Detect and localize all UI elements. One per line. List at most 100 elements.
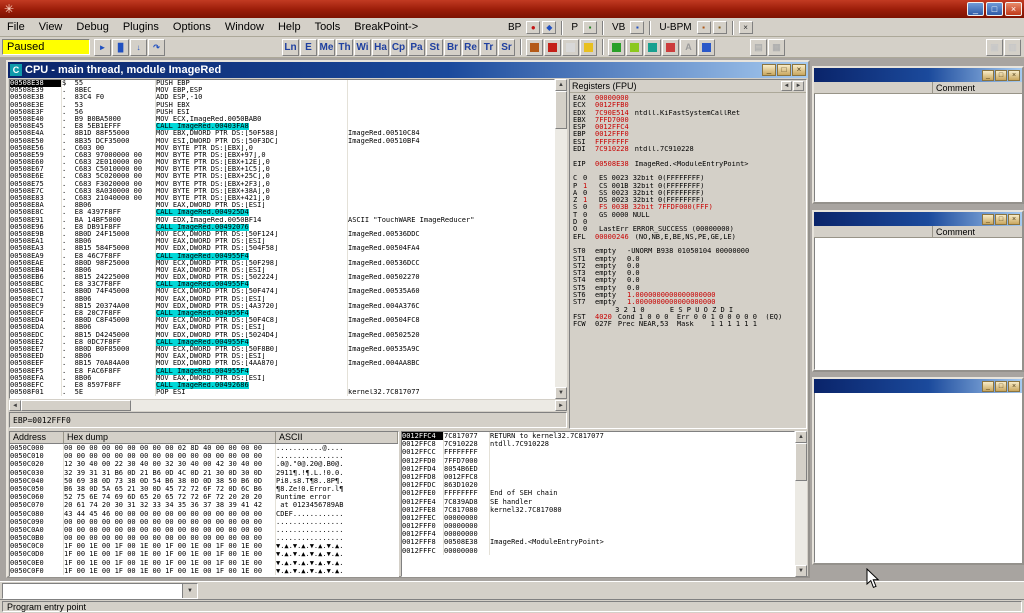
register-line[interactable]: ESIFFFFFFFF	[573, 139, 803, 146]
stack-row[interactable]: 0012FFE47C839AD8SE handler	[402, 498, 794, 506]
disasm-row[interactable]: 00508EDC. 8B15 D4245000MOV EDX,DWORD PTR…	[10, 332, 554, 339]
pause-button[interactable]: ▐▌	[112, 39, 129, 56]
disasm-row[interactable]: 00508E3B. 83C4 F0ADD ESP,-10	[10, 94, 554, 101]
side-window-2[interactable]: _ □ × Comment	[812, 210, 1024, 372]
disasm-row[interactable]: 00508E40. B9 B0BA5000MOV ECX,ImageRed.00…	[10, 116, 554, 123]
disasm-row[interactable]: 00508EC1. 8B0D 74F45000MOV ECX,DWORD PTR…	[10, 288, 554, 295]
side-window-3-title-bar[interactable]: _ □ ×	[814, 379, 1022, 393]
menu-item-window[interactable]: Window	[218, 18, 271, 37]
dump-row[interactable]: 0050C02012 30 40 00 22 30 40 00 32 30 40…	[10, 460, 398, 468]
disasm-row[interactable]: 00508EFC. E8 8597F8FFCALL ImageRed.00492…	[10, 382, 554, 389]
scroll-up-icon[interactable]: ▲	[795, 431, 807, 443]
efl-line[interactable]: EFL00000246(NO,NB,E,BE,NS,PE,GE,LE)	[573, 234, 803, 241]
stack-row[interactable]: 0012FFE0FFFFFFFFEnd of SEH chain	[402, 489, 794, 497]
stack-row[interactable]: 0012FFF800508E38ImageRed.<ModuleEntryPoi…	[402, 538, 794, 546]
disasm-row[interactable]: 00508E96. E8 DB91F8FFCALL ImageRed.00492…	[10, 224, 554, 231]
disasm-row[interactable]: 00508E3E. 53PUSH EBX	[10, 102, 554, 109]
dump-row[interactable]: 0050C01000 00 00 00 00 00 00 00 00 00 00…	[10, 452, 398, 460]
bp-toolbar-label-vb[interactable]: VB	[608, 22, 629, 33]
bp-toolbar-label-bp[interactable]: BP	[504, 22, 525, 33]
dump-row[interactable]: 0050C08043 44 45 46 00 00 00 00 00 00 00…	[10, 510, 398, 518]
menu-item-debug[interactable]: Debug	[69, 18, 115, 37]
disasm-row[interactable]: 00508EF5. E8 FAC6F8FFCALL ImageRed.00495…	[10, 368, 554, 375]
fst-line[interactable]: FST4020Cond 1 0 0 0 Err 0 0 1 0 0 0 0 0 …	[573, 314, 803, 321]
dump-row[interactable]: 0050C0A000 00 00 00 00 00 00 00 00 00 00…	[10, 526, 398, 534]
appearance-icon[interactable]: A	[680, 39, 697, 56]
command-combobox[interactable]: ▼	[2, 583, 198, 599]
fpu-line[interactable]: ST5empty0.0	[573, 285, 803, 292]
disasm-row[interactable]: 00508E75. C683 F3020000 00MOV BYTE PTR D…	[10, 181, 554, 188]
vb-breakpoint-icon[interactable]: ▪	[630, 21, 644, 34]
fpu-line[interactable]: ST7empty1.0000000000000000000	[573, 299, 803, 306]
side-close-button[interactable]: ×	[1008, 214, 1020, 225]
disasm-row[interactable]: 00508EAE. 8B0D 98F25000MOV ECX,DWORD PTR…	[10, 260, 554, 267]
menu-item-breakpoint[interactable]: BreakPoint->	[347, 18, 425, 37]
side-window-1-title-bar[interactable]: _ □ ×	[814, 68, 1022, 82]
register-line[interactable]: ESP0012FFC4	[573, 124, 803, 131]
memory-dump-pane[interactable]: Address Hex dump ASCII 0050C00000 00 00 …	[9, 431, 399, 577]
stack-row[interactable]: 0012FFF000000000	[402, 522, 794, 530]
fpu-line[interactable]: ST6empty1.0000000000000000000	[573, 292, 803, 299]
disasm-row[interactable]: 00508EE2. E8 0DC7F8FFCALL ImageRed.00495…	[10, 339, 554, 346]
register-line[interactable]: EDI7C910228ntdll.7C910228	[573, 146, 803, 153]
side-close-button[interactable]: ×	[1008, 70, 1020, 81]
disasm-row[interactable]: 00508EA1. 8B06MOV EAX,DWORD PTR DS:[ESI]	[10, 238, 554, 245]
side-window-3-body[interactable]	[814, 393, 1022, 563]
disasm-row[interactable]: 00508E6E. C683 5C020000 00MOV BYTE PTR D…	[10, 173, 554, 180]
panel-button-br[interactable]: Br	[444, 39, 461, 56]
flag-line[interactable]: S0FS 003B 32bit 7FFDF000(FFF)	[573, 204, 803, 211]
panel-button-th[interactable]: Th	[336, 39, 353, 56]
hardware-breakpoint-icon[interactable]: ●	[526, 21, 540, 34]
flag-line[interactable]: A0SS 0023 32bit 0(FFFFFFFF)	[573, 190, 803, 197]
step-over-button[interactable]: ↷	[148, 39, 165, 56]
stack-row[interactable]: 0012FFEC00000000	[402, 514, 794, 522]
scroll-thumb[interactable]	[795, 443, 807, 481]
registers-pane[interactable]: Registers (FPU) ◄ ► EAX00000000ECX0012FF…	[569, 79, 807, 429]
disasm-row[interactable]: 00508EEF. 8B15 70A84A00MOV EDX,DWORD PTR…	[10, 360, 554, 367]
minimize-button[interactable]: _	[967, 2, 984, 16]
title-bar[interactable]: ✳ _ □ ×	[0, 0, 1024, 18]
disasm-row[interactable]: 00508E60. C683 2E010000 00MOV BYTE PTR D…	[10, 159, 554, 166]
scroll-thumb[interactable]	[21, 400, 131, 411]
scroll-right-icon[interactable]: ►	[555, 400, 567, 411]
patches-icon[interactable]	[662, 39, 679, 56]
combo-dropdown-icon[interactable]: ▼	[182, 584, 197, 598]
menu-item-tools[interactable]: Tools	[308, 18, 348, 37]
modules-icon[interactable]	[626, 39, 643, 56]
dump-row[interactable]: 0050C07020 61 74 20 30 31 32 33 34 35 36…	[10, 501, 398, 509]
cpu-maximize-button[interactable]: □	[777, 64, 791, 76]
stack-pane[interactable]: 0012FFC47C817077RETURN to kernel32.7C817…	[401, 431, 795, 577]
maximize-button[interactable]: □	[986, 2, 1003, 16]
flag-line[interactable]: T0GS 0000 NULL	[573, 212, 803, 219]
disasm-row[interactable]: 00508EA9. E8 46C7F8FFCALL ImageRed.00495…	[10, 253, 554, 260]
disasm-row[interactable]: 00508E7C. C683 8A030000 00MOV BYTE PTR D…	[10, 188, 554, 195]
options-icon[interactable]	[580, 39, 597, 56]
run-button[interactable]: ►	[94, 39, 111, 56]
disasm-row[interactable]: 00508E56. C603 00MOV BYTE PTR DS:[EBX],0	[10, 145, 554, 152]
disassembly-vscrollbar[interactable]: ▲ ▼	[555, 79, 567, 399]
cpu-close-button[interactable]: ×	[792, 64, 806, 76]
stack-row[interactable]: 0012FFDC863D1020	[402, 481, 794, 489]
cascade-windows-icon[interactable]: ▥	[1004, 39, 1021, 56]
register-line[interactable]: ECX0012FFB0	[573, 102, 803, 109]
fpu-line[interactable]: ST4empty0.0	[573, 277, 803, 284]
threads-icon[interactable]	[644, 39, 661, 56]
disasm-row[interactable]: 00508E45. E8 5EB1EFFFCALL ImageRed.00403…	[10, 123, 554, 130]
disassembly-pane[interactable]: 00508E38$ 55PUSH EBP00508E39. 8BECMOV EB…	[9, 79, 555, 399]
flag-line[interactable]: O0LastErr ERROR_SUCCESS (00000000)	[573, 226, 803, 233]
dump-row[interactable]: 0050C0B000 00 00 00 00 00 00 00 00 00 00…	[10, 534, 398, 542]
side-close-button[interactable]: ×	[1008, 381, 1020, 392]
dump-row[interactable]: 0050C03032 39 31 31 B6 0D 21 B6 0D 4C 0D…	[10, 469, 398, 477]
disasm-row[interactable]: 00508E4A. 8B1D 88F55000MOV EBX,DWORD PTR…	[10, 130, 554, 137]
fpu-next-button[interactable]: ►	[793, 81, 804, 91]
register-line[interactable]: EBX7FFD7000	[573, 117, 803, 124]
disasm-row[interactable]: 00508EDA. 8B06MOV EAX,DWORD PTR DS:[ESI]	[10, 324, 554, 331]
disassembly-hscrollbar[interactable]: ◄ ►	[9, 400, 567, 411]
side-window-2-title-bar[interactable]: _ □ ×	[814, 212, 1022, 226]
disasm-row[interactable]: 00508EA3. 8B15 584F5000MOV EDX,DWORD PTR…	[10, 245, 554, 252]
disasm-row[interactable]: 00508E59. C683 97000000 00MOV BYTE PTR D…	[10, 152, 554, 159]
disasm-row[interactable]: 00508ED4. 8B0D C8F45000MOV ECX,DWORD PTR…	[10, 317, 554, 324]
stack-row[interactable]: 0012FFF400000000	[402, 530, 794, 538]
log-window-icon[interactable]: ▣	[986, 39, 1003, 56]
disasm-row[interactable]: 00508EE7. 8B0D B0F85000MOV ECX,DWORD PTR…	[10, 346, 554, 353]
